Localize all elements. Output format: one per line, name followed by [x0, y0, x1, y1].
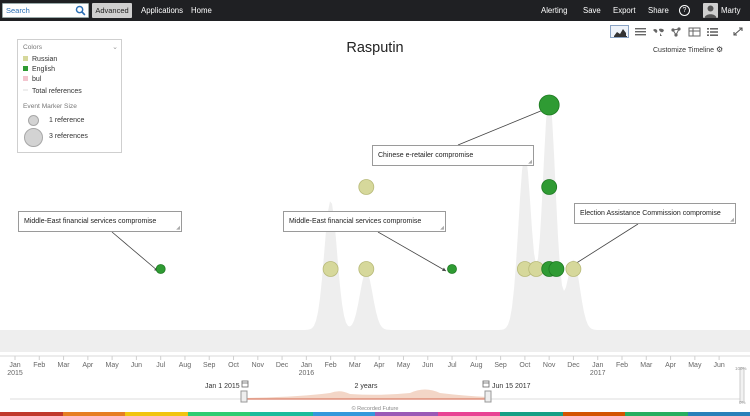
event-callout[interactable]: Election Assistance Commission compromis…	[574, 203, 736, 224]
range-end-handle[interactable]	[484, 390, 492, 403]
callout-leader-line	[566, 223, 639, 270]
axis-month-label: Sep	[494, 362, 507, 369]
legend-panel: Colors ⌄ Russian English bul Total refer…	[17, 39, 122, 153]
range-start-label: Jan 1 2015	[205, 383, 240, 390]
event-marker[interactable]	[541, 179, 558, 195]
callout-leader-line	[377, 231, 447, 272]
axis-month-label: Mar	[349, 362, 362, 369]
axis-month-label: Sep	[203, 362, 216, 369]
axis-month-label: Oct	[228, 362, 239, 369]
event-callout[interactable]: Middle-East financial services compromis…	[18, 211, 182, 232]
axis-month-label: Apr	[374, 362, 386, 369]
event-marker[interactable]	[447, 264, 457, 274]
axis-month-label: Jun	[131, 362, 142, 369]
zoom-scrollbar[interactable]	[739, 367, 745, 403]
axis-month-label: Feb	[33, 362, 45, 369]
event-callout-text: Middle-East financial services compromis…	[24, 218, 157, 225]
axis-month-label: May	[397, 362, 411, 369]
bottom-color-strip	[0, 412, 750, 416]
legend-marker-size-title: Event Marker Size	[23, 103, 77, 110]
event-callout-text: Election Assistance Commission compromis…	[580, 210, 721, 217]
axis-month-label: Mar	[58, 362, 71, 369]
axis-month-label: Jun	[422, 362, 433, 369]
axis-month-label: Jan	[9, 362, 20, 369]
axis-month-label: Apr	[82, 362, 94, 369]
legend-item-russian[interactable]: Russian	[23, 55, 57, 64]
legend-item-total-references[interactable]: Total references	[23, 87, 82, 96]
event-callout[interactable]: Chinese e-retailer compromise ◢	[372, 145, 534, 166]
axis-month-label: Jul	[448, 362, 457, 369]
event-marker[interactable]	[155, 264, 166, 274]
axis-month-label: Jan	[301, 362, 312, 369]
event-marker[interactable]	[358, 261, 375, 277]
legend-colors-title: Colors	[23, 44, 43, 51]
axis-month-label: Jul	[156, 362, 165, 369]
marker-big-sample	[24, 128, 43, 147]
range-duration-label: 2 years	[355, 383, 378, 390]
axis-month-label: May	[688, 362, 702, 369]
event-callout-text: Chinese e-retailer compromise	[378, 152, 474, 159]
legend-item-bul[interactable]: bul	[23, 75, 41, 84]
axis-month-label: Feb	[325, 362, 337, 369]
marker-big-label: 3 references	[49, 133, 88, 140]
event-marker[interactable]	[548, 261, 565, 277]
axis-year-label: 2015	[7, 370, 23, 377]
callout-leader-line	[111, 231, 159, 272]
axis-month-label: Aug	[470, 362, 483, 369]
range-overview-sparkline	[244, 389, 488, 399]
axis-year-label: 2017	[590, 370, 606, 377]
event-marker[interactable]	[538, 94, 560, 116]
axis-year-label: 2016	[299, 370, 315, 377]
calendar-icon[interactable]	[241, 380, 249, 388]
range-end-label: Jun 15 2017	[492, 383, 531, 390]
zoom-max-label: 100%	[735, 366, 747, 371]
calendar-icon[interactable]	[482, 380, 490, 388]
event-callout[interactable]: Middle-East financial services compromis…	[283, 211, 446, 232]
event-marker[interactable]	[322, 261, 339, 277]
axis-month-label: Oct	[519, 362, 530, 369]
event-marker[interactable]	[565, 261, 582, 277]
axis-month-label: Apr	[665, 362, 677, 369]
axis-month-label: Feb	[616, 362, 628, 369]
event-callout-text: Middle-East financial services compromis…	[289, 218, 422, 225]
callout-leader-line	[457, 107, 549, 146]
zoom-min-label: 0%	[739, 400, 746, 405]
collapse-icon[interactable]: ⌄	[112, 43, 118, 51]
axis-month-label: Mar	[640, 362, 653, 369]
axis-month-label: Aug	[179, 362, 192, 369]
axis-month-label: Nov	[252, 362, 265, 369]
marker-small-sample	[28, 115, 39, 126]
event-marker[interactable]	[358, 179, 375, 195]
axis-month-label: Dec	[567, 362, 580, 369]
axis-month-label: May	[106, 362, 120, 369]
axis-month-label: Dec	[276, 362, 289, 369]
range-start-handle[interactable]	[240, 390, 248, 403]
marker-small-label: 1 reference	[49, 117, 85, 124]
axis-month-label: Nov	[543, 362, 556, 369]
axis-month-label: Jun	[713, 362, 724, 369]
legend-item-english[interactable]: English	[23, 65, 55, 74]
axis-month-label: Jan	[592, 362, 603, 369]
